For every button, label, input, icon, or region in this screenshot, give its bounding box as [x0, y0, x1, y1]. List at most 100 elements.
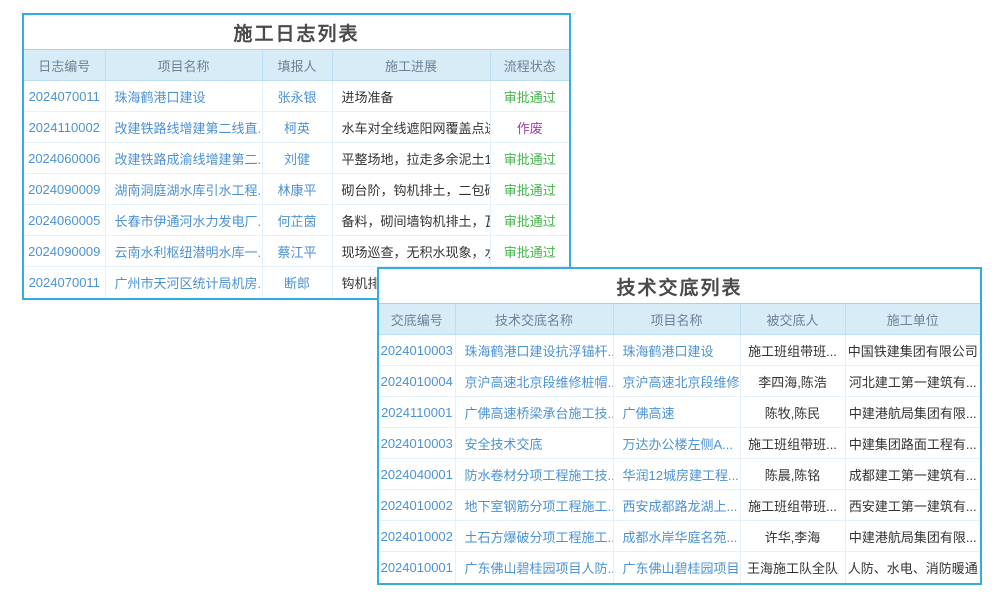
disclosure-col-header-code: 交底编号 — [379, 304, 455, 335]
technical-disclosure-table-title: 技术交底列表 — [379, 269, 980, 303]
disclosure-receiver-cell: 李四海,陈浩 — [740, 366, 845, 397]
disclosure-project-link[interactable]: 广佛高速 — [613, 397, 740, 428]
disclosure-project-link[interactable]: 华润12城房建工程... — [613, 459, 740, 490]
status-badge: 作废 — [490, 112, 569, 143]
disclosure-name-link[interactable]: 广东佛山碧桂园项目人防... — [455, 552, 613, 583]
disclosure-receiver-cell: 王海施工队全队 — [740, 552, 845, 583]
table-row: 2024060006 改建铁路成渝线增建第二... 刘健 平整场地，拉走多余泥土… — [24, 143, 569, 174]
disclosure-project-link[interactable]: 珠海鹤港口建设 — [613, 335, 740, 366]
disclosure-code-link[interactable]: 2024040001 — [379, 459, 455, 490]
log-progress-cell: 砌台阶，钩机排土，二包砌... — [332, 174, 490, 205]
disclosure-col-header-project: 项目名称 — [613, 304, 740, 335]
disclosure-code-link[interactable]: 2024010003 — [379, 428, 455, 459]
disclosure-receiver-cell: 陈牧,陈民 — [740, 397, 845, 428]
log-project-link[interactable]: 改建铁路成渝线增建第二... — [105, 143, 262, 174]
disclosure-project-link[interactable]: 成都水岸华庭名苑... — [613, 521, 740, 552]
table-row: 2024110001 广佛高速桥梁承台施工技... 广佛高速 陈牧,陈民 中建港… — [379, 397, 980, 428]
table-row: 2024010002 土石方爆破分项工程施工... 成都水岸华庭名苑... 许华… — [379, 521, 980, 552]
disclosure-code-link[interactable]: 2024010004 — [379, 366, 455, 397]
log-progress-cell: 现场巡查，无积水现象，水... — [332, 236, 490, 267]
disclosure-name-link[interactable]: 广佛高速桥梁承台施工技... — [455, 397, 613, 428]
table-row: 2024040001 防水卷材分项工程施工技... 华润12城房建工程... 陈… — [379, 459, 980, 490]
log-project-link[interactable]: 珠海鹤港口建设 — [105, 81, 262, 112]
disclosure-col-header-unit: 施工单位 — [845, 304, 980, 335]
disclosure-col-header-receiver: 被交底人 — [740, 304, 845, 335]
log-reporter-link[interactable]: 断郎 — [262, 267, 332, 298]
table-row: 2024010003 珠海鹤港口建设抗浮锚杆... 珠海鹤港口建设 施工班组带班… — [379, 335, 980, 366]
log-reporter-link[interactable]: 刘健 — [262, 143, 332, 174]
disclosure-project-link[interactable]: 广东佛山碧桂园项目 — [613, 552, 740, 583]
log-code-link[interactable]: 2024110002 — [24, 112, 105, 143]
status-badge: 审批通过 — [490, 205, 569, 236]
log-project-link[interactable]: 长春市伊通河水力发电厂... — [105, 205, 262, 236]
disclosure-code-link[interactable]: 2024110001 — [379, 397, 455, 428]
disclosure-unit-cell: 成都建工第一建筑有... — [845, 459, 980, 490]
table-row: 2024090009 湖南洞庭湖水库引水工程... 林康平 砌台阶，钩机排土，二… — [24, 174, 569, 205]
disclosure-name-link[interactable]: 土石方爆破分项工程施工... — [455, 521, 613, 552]
disclosure-name-link[interactable]: 防水卷材分项工程施工技... — [455, 459, 613, 490]
log-col-header-project: 项目名称 — [105, 50, 262, 81]
table-row: 2024090009 云南水利枢纽潜明水库一... 蔡江平 现场巡查，无积水现象… — [24, 236, 569, 267]
technical-disclosure-table: 交底编号 技术交底名称 项目名称 被交底人 施工单位 2024010003 珠海… — [379, 303, 980, 583]
log-progress-cell: 备料，砌间墙钩机排土，瓦... — [332, 205, 490, 236]
status-badge: 审批通过 — [490, 143, 569, 174]
log-col-header-reporter: 填报人 — [262, 50, 332, 81]
disclosure-col-header-name: 技术交底名称 — [455, 304, 613, 335]
log-code-link[interactable]: 2024090009 — [24, 236, 105, 267]
log-col-header-progress: 施工进展 — [332, 50, 490, 81]
disclosure-receiver-cell: 陈晨,陈铭 — [740, 459, 845, 490]
disclosure-code-link[interactable]: 2024010002 — [379, 490, 455, 521]
table-row: 2024060005 长春市伊通河水力发电厂... 何芷茵 备料，砌间墙钩机排土… — [24, 205, 569, 236]
log-project-link[interactable]: 湖南洞庭湖水库引水工程... — [105, 174, 262, 205]
log-code-link[interactable]: 2024060006 — [24, 143, 105, 174]
disclosure-project-link[interactable]: 万达办公楼左侧A... — [613, 428, 740, 459]
disclosure-unit-cell: 西安建工第一建筑有... — [845, 490, 980, 521]
disclosure-receiver-cell: 施工班组带班... — [740, 490, 845, 521]
disclosure-unit-cell: 中建港航局集团有限... — [845, 521, 980, 552]
log-reporter-link[interactable]: 柯英 — [262, 112, 332, 143]
disclosure-project-link[interactable]: 京沪高速北京段维修 — [613, 366, 740, 397]
log-col-header-code: 日志编号 — [24, 50, 105, 81]
disclosure-unit-cell: 中建港航局集团有限... — [845, 397, 980, 428]
log-code-link[interactable]: 2024070011 — [24, 267, 105, 298]
log-project-link[interactable]: 广州市天河区统计局机房... — [105, 267, 262, 298]
disclosure-unit-cell: 河北建工第一建筑有... — [845, 366, 980, 397]
status-badge: 审批通过 — [490, 236, 569, 267]
log-project-link[interactable]: 云南水利枢纽潜明水库一... — [105, 236, 262, 267]
table-row: 2024110002 改建铁路线增建第二线直... 柯英 水车对全线遮阳网覆盖点… — [24, 112, 569, 143]
disclosure-header-row: 交底编号 技术交底名称 项目名称 被交底人 施工单位 — [379, 304, 980, 335]
log-code-link[interactable]: 2024070011 — [24, 81, 105, 112]
log-code-link[interactable]: 2024090009 — [24, 174, 105, 205]
disclosure-project-link[interactable]: 西安成都路龙湖上... — [613, 490, 740, 521]
log-progress-cell: 平整场地，拉走多余泥土15... — [332, 143, 490, 174]
log-reporter-link[interactable]: 何芷茵 — [262, 205, 332, 236]
technical-disclosure-table-panel: 技术交底列表 交底编号 技术交底名称 项目名称 被交底人 施工单位 202401… — [377, 267, 982, 585]
disclosure-name-link[interactable]: 京沪高速北京段维修桩帽... — [455, 366, 613, 397]
table-row: 2024070011 珠海鹤港口建设 张永银 进场准备 审批通过 — [24, 81, 569, 112]
status-badge: 审批通过 — [490, 174, 569, 205]
disclosure-code-link[interactable]: 2024010001 — [379, 552, 455, 583]
disclosure-receiver-cell: 施工班组带班... — [740, 335, 845, 366]
disclosure-receiver-cell: 施工班组带班... — [740, 428, 845, 459]
disclosure-name-link[interactable]: 珠海鹤港口建设抗浮锚杆... — [455, 335, 613, 366]
table-row: 2024010001 广东佛山碧桂园项目人防... 广东佛山碧桂园项目 王海施工… — [379, 552, 980, 583]
disclosure-receiver-cell: 许华,李海 — [740, 521, 845, 552]
log-progress-cell: 水车对全线遮阳网覆盖点进... — [332, 112, 490, 143]
disclosure-unit-cell: 人防、水电、消防暖通 — [845, 552, 980, 583]
log-reporter-link[interactable]: 张永银 — [262, 81, 332, 112]
disclosure-code-link[interactable]: 2024010003 — [379, 335, 455, 366]
log-progress-cell: 进场准备 — [332, 81, 490, 112]
construction-log-table: 日志编号 项目名称 填报人 施工进展 流程状态 2024070011 珠海鹤港口… — [24, 49, 569, 298]
disclosure-unit-cell: 中国铁建集团有限公司 — [845, 335, 980, 366]
disclosure-name-link[interactable]: 地下室钢筋分项工程施工... — [455, 490, 613, 521]
log-project-link[interactable]: 改建铁路线增建第二线直... — [105, 112, 262, 143]
log-header-row: 日志编号 项目名称 填报人 施工进展 流程状态 — [24, 50, 569, 81]
table-row: 2024010003 安全技术交底 万达办公楼左侧A... 施工班组带班... … — [379, 428, 980, 459]
log-reporter-link[interactable]: 蔡江平 — [262, 236, 332, 267]
table-row: 2024010002 地下室钢筋分项工程施工... 西安成都路龙湖上... 施工… — [379, 490, 980, 521]
disclosure-unit-cell: 中建集团路面工程有... — [845, 428, 980, 459]
log-code-link[interactable]: 2024060005 — [24, 205, 105, 236]
disclosure-code-link[interactable]: 2024010002 — [379, 521, 455, 552]
log-reporter-link[interactable]: 林康平 — [262, 174, 332, 205]
disclosure-name-link[interactable]: 安全技术交底 — [455, 428, 613, 459]
